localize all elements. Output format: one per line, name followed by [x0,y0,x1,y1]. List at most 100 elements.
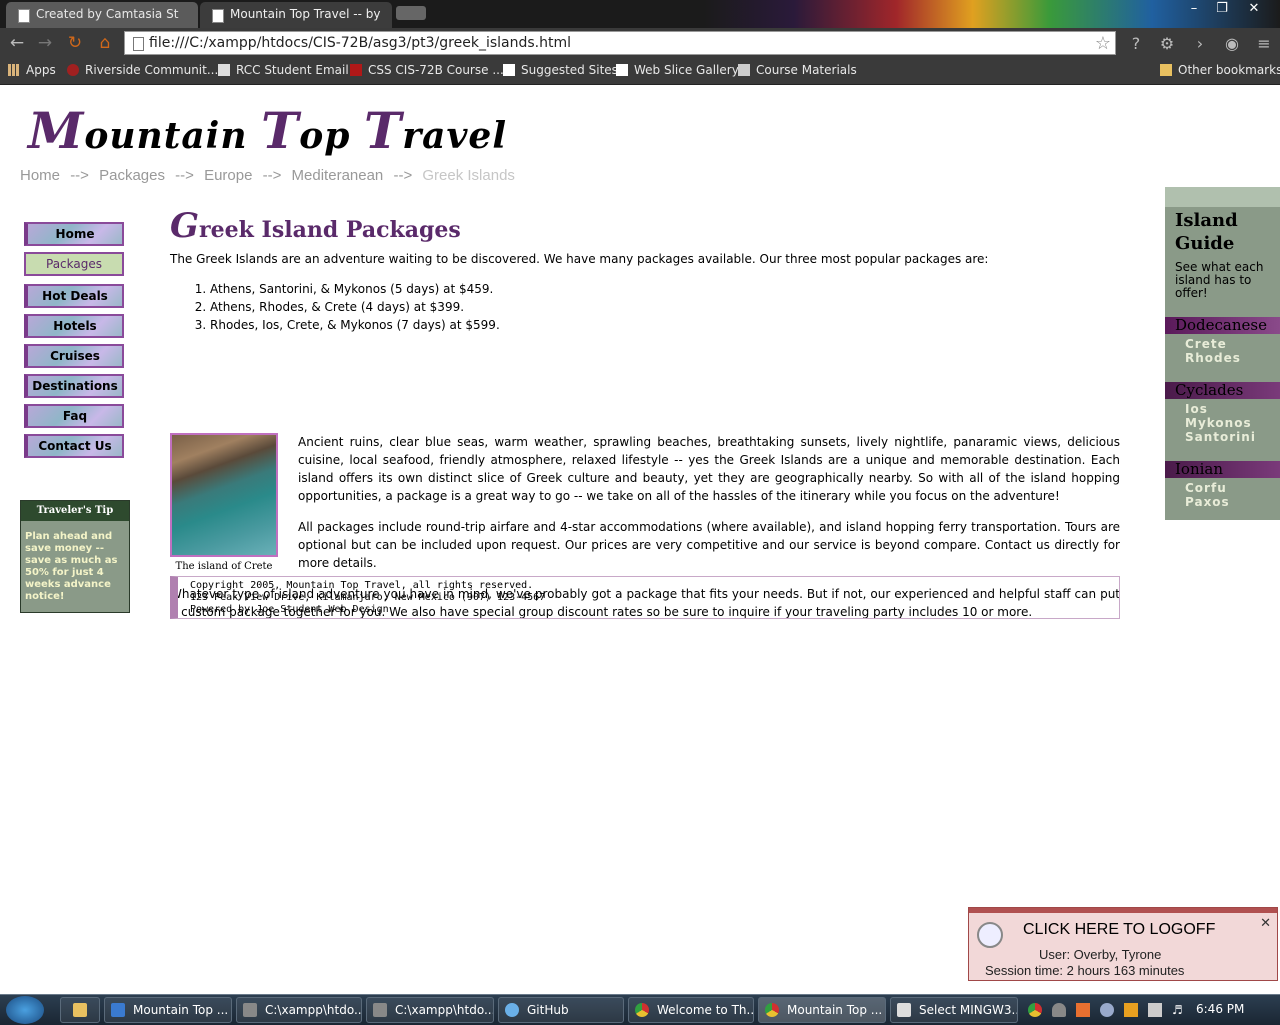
restore-button[interactable]: ❐ [1208,0,1236,20]
logoff-user: User: Overby, Tyrone [1039,947,1162,962]
page-title: Greek Island Packages [170,209,1120,246]
menu-icon[interactable]: ≡ [1254,34,1274,54]
nav-faq[interactable]: Faq [24,404,124,428]
clock[interactable]: 6:46 PM [1196,1002,1244,1016]
nav-destinations[interactable]: Destinations [24,374,124,398]
close-window-button[interactable]: ✕ [1240,0,1268,20]
apps-grid-icon [8,64,20,76]
taskbar-item[interactable]: Welcome to Th... [628,997,754,1023]
editor-icon [243,1003,257,1017]
taskbar-item-label: Select MINGW3... [919,1003,1018,1017]
taskbar-item[interactable]: Mountain Top ... [104,997,232,1023]
island-link-corfu[interactable]: Corfu [1185,481,1227,495]
ie-icon [111,1003,125,1017]
browser-toolbar: ← → ↻ ⌂ ☆ ? ⚙ › ◉ ≡ [0,28,1280,58]
taskbar-item[interactable]: C:\xampp\htdo... [236,997,362,1023]
chrome-tray-icon[interactable] [1028,1003,1042,1017]
bookmark-css-course[interactable]: CSS CIS-72B Course ... [350,63,504,77]
breadcrumb-home[interactable]: Home [20,167,60,184]
breadcrumb-europe[interactable]: Europe [204,167,252,184]
breadcrumb-packages[interactable]: Packages [99,167,165,184]
notification-bell-icon[interactable] [1052,1003,1066,1017]
breadcrumb-separator: --> [175,167,194,184]
bookmark-label: Course Materials [756,63,857,77]
taskbar-item[interactable]: GitHub [498,997,624,1023]
island-link-santorini[interactable]: Santorini [1185,430,1256,444]
bookmark-star-icon[interactable]: ☆ [1095,33,1111,54]
inclusions-paragraph: All packages include round-trip airfare … [298,520,1120,570]
page-icon [503,64,515,76]
logoff-button[interactable]: CLICK HERE TO LOGOFF [1023,921,1215,939]
forward-icon[interactable]: → [34,33,56,53]
nav-contact-us[interactable]: Contact Us [24,434,124,458]
island-link-mykonos[interactable]: Mykonos [1185,416,1252,430]
bookmark-riverside[interactable]: Riverside Communit... [67,63,218,77]
island-link-paxos[interactable]: Paxos [1185,495,1230,509]
logoff-popup[interactable]: ✕ CLICK HERE TO LOGOFF User: Overby, Tyr… [968,907,1278,981]
bookmark-web-slice-gallery[interactable]: Web Slice Gallery [616,63,739,77]
network-icon[interactable] [1148,1003,1162,1017]
explorer-pinned[interactable] [60,997,100,1023]
taskbar-item[interactable]: Mountain Top ... [758,997,886,1023]
volume-icon[interactable]: ♬ [1172,1003,1186,1017]
photo-caption: The island of Crete [175,561,273,572]
island-link-crete[interactable]: Crete [1185,337,1227,351]
chrome-icon [765,1003,779,1017]
extension-icon[interactable]: ◉ [1222,34,1242,54]
close-icon[interactable]: ✕ [1260,916,1271,931]
xampp-icon[interactable] [1076,1003,1090,1017]
folder-icon [1160,64,1172,76]
bookmark-apps[interactable]: Apps [8,63,56,77]
bookmark-rcc-email[interactable]: RCC Student Email [218,63,349,77]
tray-app-icon[interactable] [1124,1003,1138,1017]
nav-packages[interactable]: Packages [24,252,124,276]
help-icon[interactable]: ? [1126,34,1146,54]
taskbar-item[interactable]: Select MINGW3... [890,997,1018,1023]
taskbar-item-label: C:\xampp\htdo... [395,1003,494,1017]
guide-top-band [1165,187,1280,207]
minimize-button[interactable]: – [1180,0,1208,20]
island-link-rhodes[interactable]: Rhodes [1185,351,1241,365]
title-text: reek Island Packages [199,217,461,243]
crete-figure: The island of Crete [170,433,278,572]
drag-handle[interactable] [969,908,1277,913]
start-button[interactable] [6,996,44,1024]
breadcrumb-mediteranean[interactable]: Mediteranean [292,167,384,184]
bookmark-suggested-sites[interactable]: Suggested Sites [503,63,618,77]
site-logo[interactable]: Mountain Top Travel [28,101,507,160]
tab-camtasia[interactable]: Created by Camtasia St [6,2,198,28]
course-icon [350,64,362,76]
nav-hotels[interactable]: Hotels [24,314,124,338]
gear-icon[interactable]: ⚙ [1157,34,1177,54]
reload-icon[interactable]: ↻ [64,33,86,53]
package-list: Athens, Santorini, & Mykonos (5 days) at… [170,280,1120,334]
title-initial: G [170,206,200,246]
island-link-ios[interactable]: Ios [1185,402,1208,416]
footer-credit: Powered by Joe Student Web Design [190,604,389,615]
address-bar[interactable]: ☆ [124,31,1116,55]
taskbar-item[interactable]: C:\xampp\htdo... [366,997,494,1023]
editor-icon [373,1003,387,1017]
list-item: Athens, Santorini, & Mykonos (5 days) at… [210,280,1120,298]
back-icon[interactable]: ← [6,33,28,53]
footer-copyright: Copyright 2005, Mountain Top Travel, all… [190,580,534,591]
nav-hot-deals[interactable]: Hot Deals [24,284,124,308]
chevron-right-icon[interactable]: › [1190,34,1210,54]
bookmark-other[interactable]: Other bookmarks [1160,63,1280,77]
nav-cruises[interactable]: Cruises [24,344,124,368]
breadcrumb-separator: --> [262,167,282,184]
nav-home[interactable]: Home [24,222,124,246]
page-icon [616,64,628,76]
url-input[interactable] [149,34,1079,52]
description-paragraph: Ancient ruins, clear blue seas, warm wea… [298,435,1120,503]
terminal-icon [897,1003,911,1017]
logo-letter: M [28,101,85,160]
bookmark-label: Apps [26,63,56,77]
timer-icon[interactable] [1100,1003,1114,1017]
windows-taskbar: Mountain Top ... C:\xampp\htdo... C:\xam… [0,994,1280,1025]
home-icon[interactable]: ⌂ [94,33,116,53]
new-tab-button[interactable] [396,6,426,20]
bookmark-course-materials[interactable]: Course Materials [738,63,857,77]
list-item: Rhodes, Ios, Crete, & Mykonos (7 days) a… [210,316,1120,334]
tab-mountain-top-travel[interactable]: Mountain Top Travel -- by [200,2,392,28]
